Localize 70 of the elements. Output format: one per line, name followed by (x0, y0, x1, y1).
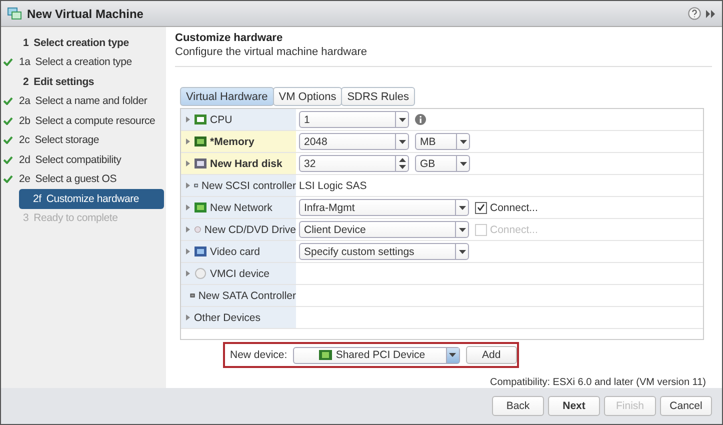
monitor-icon (194, 246, 207, 257)
unit-dropdown[interactable]: GB (415, 155, 470, 172)
device-label[interactable]: CPU (181, 109, 296, 130)
device-label[interactable]: New SCSI controller (181, 175, 296, 196)
wizard-step[interactable]: 2d Select compatibility (3, 150, 164, 170)
expand-arrow-icon[interactable] (185, 182, 191, 189)
dropdown-arrow-icon[interactable] (460, 162, 466, 166)
page-heading: Customize hardware (175, 32, 284, 44)
expand-arrow-icon[interactable] (185, 204, 191, 211)
value-dropdown[interactable]: 2048 (299, 133, 409, 150)
page-subtitle: Configure the virtual machine hardware (175, 46, 712, 67)
expand-arrow-icon[interactable] (185, 138, 191, 145)
value-dropdown[interactable]: Client Device (299, 221, 469, 238)
expand-arrow-icon[interactable] (185, 314, 191, 321)
wizard-step[interactable]: 2e Select a guest OS (3, 170, 164, 189)
virtual-machine-icon (7, 7, 22, 20)
window-title: New Virtual Machine (27, 6, 144, 20)
wizard-step[interactable]: 2 Edit settings (3, 72, 164, 92)
value-spinner[interactable]: 32 (299, 155, 409, 172)
dropdown-arrow-icon[interactable] (398, 140, 406, 144)
wizard-step[interactable]: 1a Select a creation type (3, 52, 164, 72)
device-value: LSI Logic SAS (299, 180, 367, 192)
help-icon[interactable] (688, 7, 701, 20)
value-dropdown[interactable]: Infra-Mgmt (299, 199, 469, 216)
compatibility-text: Compatibility: ESXi 6.0 and later (VM version 11) (488, 377, 706, 388)
device-label[interactable]: Video card (181, 241, 296, 262)
dropdown-arrow-icon[interactable] (458, 206, 466, 210)
device-label[interactable]: New Hard disk (181, 153, 296, 174)
wizard-step[interactable]: 1 Select creation type (3, 33, 164, 52)
value-dropdown[interactable]: Specify custom settings (299, 243, 469, 260)
dropdown-arrow-icon[interactable] (458, 228, 466, 232)
wizard-button[interactable]: Cancel (660, 396, 712, 416)
dropdown-arrow-icon[interactable] (398, 118, 406, 122)
tab[interactable]: Virtual Hardware (180, 87, 274, 106)
wizard-step[interactable]: 2c Select storage (3, 130, 164, 150)
device-label[interactable]: New Network (181, 197, 296, 218)
device-label[interactable]: Other Devices (181, 307, 296, 328)
tab[interactable]: VM Options (272, 87, 342, 106)
dropdown-arrow-icon[interactable] (458, 250, 466, 254)
device-dropdown[interactable]: Shared PCI Device (293, 346, 460, 364)
connect-checkbox[interactable]: Connect... (475, 202, 538, 214)
device-label[interactable]: New CD/DVD Drive (181, 219, 296, 240)
expand-arrow-icon[interactable] (185, 116, 191, 123)
network-card-icon (194, 202, 207, 213)
checkmark-icon (477, 204, 485, 211)
wizard-step[interactable]: 2f Customize hardware (19, 189, 164, 208)
pci-card-icon (318, 350, 332, 360)
device-label[interactable]: New SATA Controller (181, 285, 296, 306)
hard-disk-icon (194, 158, 207, 169)
wizard-step[interactable]: 2a Select a name and folder (3, 92, 164, 111)
dropdown-arrow-icon[interactable] (460, 140, 466, 144)
device-label[interactable]: *Memory (181, 131, 296, 152)
wizard-step[interactable]: 2b Select a compute resource (3, 111, 164, 130)
unit-dropdown[interactable]: MB (415, 133, 470, 150)
expand-arrow-icon[interactable] (185, 248, 191, 255)
info-icon[interactable] (415, 114, 426, 125)
expand-arrow-icon[interactable] (185, 226, 191, 233)
add-button[interactable]: Add (466, 346, 517, 364)
spinner-arrows-icon[interactable] (398, 158, 406, 169)
wizard-button[interactable]: Next (548, 396, 600, 416)
dropdown-arrow-icon[interactable] (449, 353, 456, 358)
expand-arrow-icon[interactable] (185, 160, 191, 167)
expand-icon[interactable] (706, 10, 716, 18)
value-dropdown[interactable]: 1 (299, 111, 409, 128)
chip-icon (194, 114, 207, 125)
device-label[interactable]: VMCI device (181, 263, 296, 284)
new-device-label: New device: (230, 349, 288, 362)
tab[interactable]: SDRS Rules (341, 87, 415, 106)
expand-arrow-icon[interactable] (185, 270, 191, 277)
wizard-button[interactable]: Back (492, 396, 544, 416)
